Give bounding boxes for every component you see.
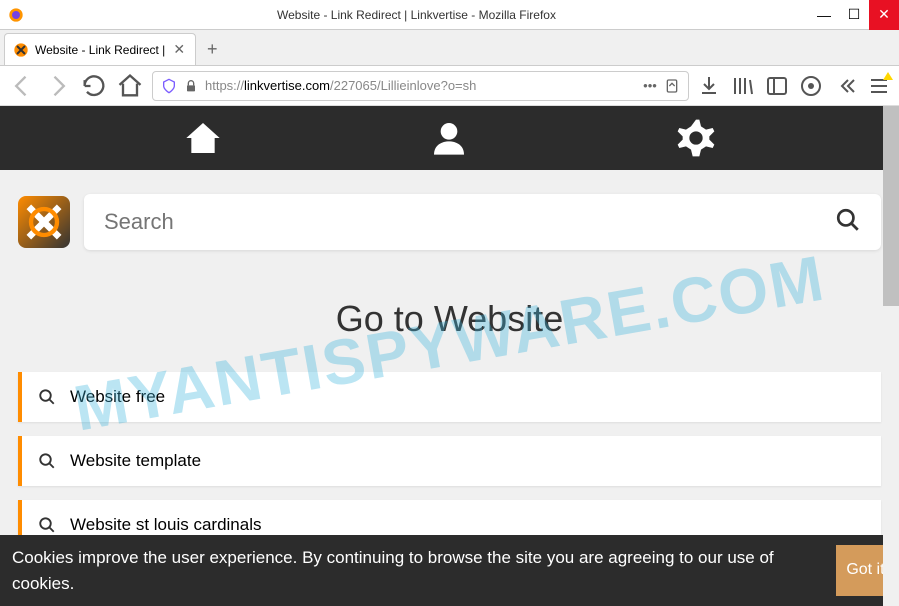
suggestion-item[interactable]: Website template bbox=[18, 436, 881, 486]
search-icon bbox=[38, 452, 56, 470]
window-titlebar: Website - Link Redirect | Linkvertise - … bbox=[0, 0, 899, 30]
search-row bbox=[18, 194, 881, 250]
suggestion-list: Website free Website template Website st… bbox=[18, 372, 881, 550]
lock-icon[interactable] bbox=[183, 78, 199, 94]
home-button[interactable] bbox=[116, 72, 144, 100]
url-bar[interactable]: https://linkvertise.com/227065/Lillieinl… bbox=[152, 71, 689, 101]
overflow-icon[interactable] bbox=[833, 74, 857, 98]
app-nav-bar bbox=[0, 106, 899, 170]
page-action-dots-icon[interactable]: ••• bbox=[642, 78, 658, 94]
search-box[interactable] bbox=[84, 194, 881, 250]
browser-tab[interactable]: Website - Link Redirect | ✕ bbox=[4, 33, 196, 65]
scrollbar-thumb[interactable] bbox=[883, 106, 899, 306]
reload-button[interactable] bbox=[80, 72, 108, 100]
toolbar-right bbox=[697, 74, 891, 98]
url-path: /227065/Lillieinlove?o=sh bbox=[330, 78, 476, 93]
reader-mode-icon[interactable] bbox=[664, 78, 680, 94]
window-title: Website - Link Redirect | Linkvertise - … bbox=[24, 8, 809, 22]
suggestion-label: Website st louis cardinals bbox=[70, 515, 262, 535]
minimize-button[interactable]: — bbox=[809, 0, 839, 30]
extension-icon[interactable] bbox=[799, 74, 823, 98]
url-text: https://linkvertise.com/227065/Lillieinl… bbox=[205, 78, 636, 93]
nav-toolbar: https://linkvertise.com/227065/Lillieinl… bbox=[0, 66, 899, 106]
search-icon bbox=[38, 516, 56, 534]
url-domain: linkvertise.com bbox=[244, 78, 330, 93]
menu-icon[interactable] bbox=[867, 74, 891, 98]
library-icon[interactable] bbox=[731, 74, 755, 98]
suggestion-label: Website free bbox=[70, 387, 165, 407]
tab-title: Website - Link Redirect | bbox=[35, 43, 165, 57]
nav-user-icon[interactable] bbox=[429, 118, 469, 158]
back-button[interactable] bbox=[8, 72, 36, 100]
window-controls: — ☐ ✕ bbox=[809, 0, 899, 30]
new-tab-button[interactable]: + bbox=[196, 33, 228, 65]
close-button[interactable]: ✕ bbox=[869, 0, 899, 30]
downloads-icon[interactable] bbox=[697, 74, 721, 98]
page-content: Go to Website Website free Website templ… bbox=[0, 106, 899, 606]
shield-icon[interactable] bbox=[161, 78, 177, 94]
nav-settings-icon[interactable] bbox=[676, 118, 716, 158]
search-input[interactable] bbox=[104, 209, 835, 235]
vertical-scrollbar[interactable] bbox=[883, 106, 899, 606]
sidebar-icon[interactable] bbox=[765, 74, 789, 98]
search-icon bbox=[38, 388, 56, 406]
page-body: Go to Website Website free Website templ… bbox=[0, 170, 899, 574]
tab-bar: Website - Link Redirect | ✕ + bbox=[0, 30, 899, 66]
maximize-button[interactable]: ☐ bbox=[839, 0, 869, 30]
nav-home-icon[interactable] bbox=[183, 118, 223, 158]
forward-button[interactable] bbox=[44, 72, 72, 100]
cookie-text: Cookies improve the user experience. By … bbox=[12, 545, 836, 596]
tab-close-icon[interactable]: ✕ bbox=[171, 42, 187, 58]
url-protocol: https:// bbox=[205, 78, 244, 93]
firefox-icon bbox=[8, 7, 24, 23]
suggestion-label: Website template bbox=[70, 451, 201, 471]
search-icon[interactable] bbox=[835, 207, 861, 238]
site-logo-icon[interactable] bbox=[18, 196, 70, 248]
tab-favicon-icon bbox=[13, 42, 29, 58]
suggestion-item[interactable]: Website free bbox=[18, 372, 881, 422]
cookie-banner: Cookies improve the user experience. By … bbox=[0, 535, 899, 606]
page-heading: Go to Website bbox=[18, 298, 881, 340]
